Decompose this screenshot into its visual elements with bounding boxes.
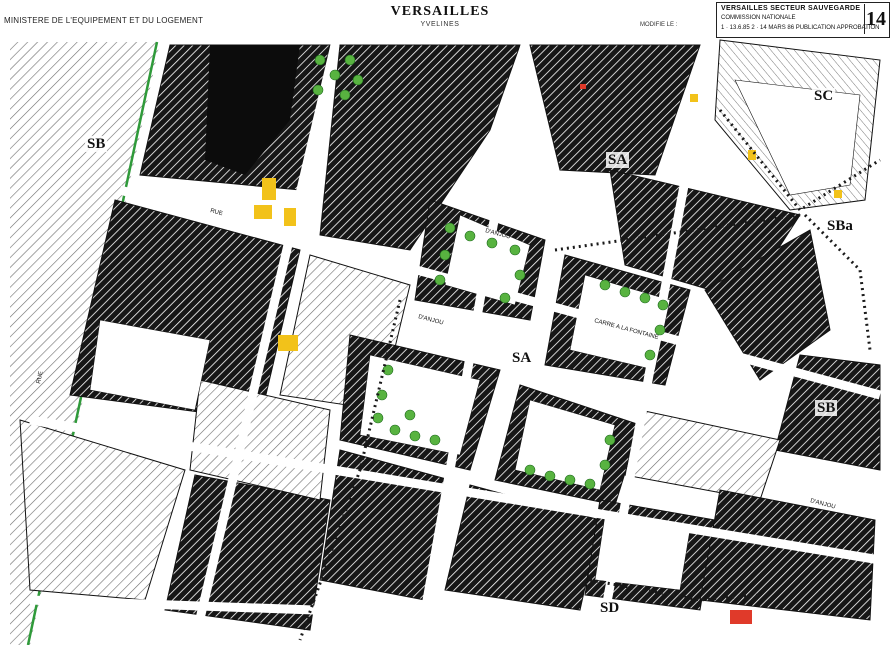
city-title: VERSAILLES: [390, 4, 490, 19]
cartouche-dates: 1 · 13.6.85 2 · 14 MARS 86 PUBLICATION A…: [721, 25, 880, 31]
zone-label: SBa: [825, 218, 855, 234]
zone-label: SB: [815, 400, 838, 416]
zone-label: SA: [606, 152, 630, 168]
cartouche-commission: COMMISSION NATIONALE: [721, 15, 796, 21]
modified-label: MODIFIE LE :: [640, 22, 678, 28]
cadastral-map[interactable]: RUE D'ANJOU D'ANJOU CARRE A LA FONTAINE …: [0, 0, 891, 646]
department-subtitle: YVELINES: [420, 21, 460, 28]
zone-label: SA: [510, 350, 534, 366]
zone-label: SB: [85, 136, 108, 152]
zone-label: SD: [598, 600, 622, 616]
ministry-label: MINISTERE DE L'EQUIPEMENT ET DU LOGEMENT: [4, 16, 204, 25]
zone-label: SC: [812, 88, 836, 104]
cartouche-title: VERSAILLES SECTEUR SAUVEGARDE: [721, 5, 861, 12]
title-cartouche: VERSAILLES SECTEUR SAUVEGARDE COMMISSION…: [716, 2, 890, 38]
sheet-number: 14: [864, 4, 887, 34]
